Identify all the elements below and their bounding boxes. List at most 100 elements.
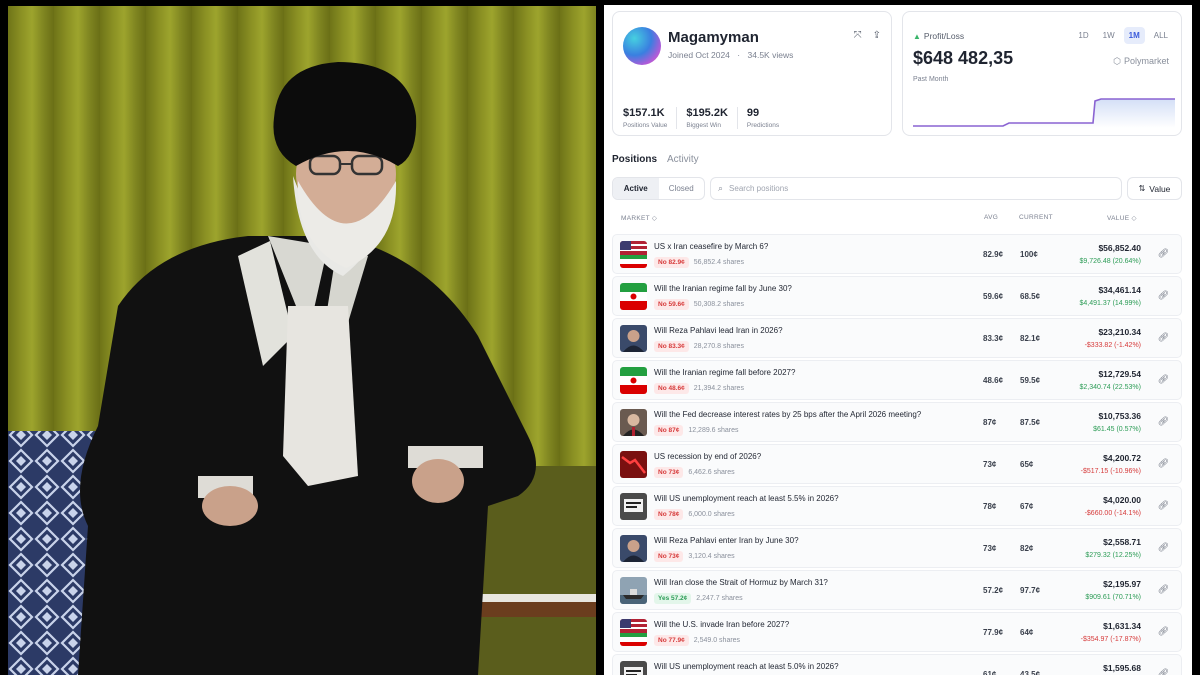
polymarket-logo-icon: ⬡ bbox=[1113, 56, 1121, 66]
outcome-badge: No 73¢ bbox=[654, 551, 684, 562]
market-title[interactable]: US x Iran ceasefire by March 6? bbox=[654, 242, 768, 251]
current-price: 65¢ bbox=[1020, 460, 1034, 469]
link-icon[interactable]: 🔗︎ bbox=[1158, 626, 1169, 637]
market-title[interactable]: Will Reza Pahlavi lead Iran in 2026? bbox=[654, 326, 783, 335]
table-row[interactable]: Will Iran close the Strait of Hormuz by … bbox=[612, 570, 1182, 610]
pnl-sparkline bbox=[913, 98, 1175, 128]
link-icon[interactable]: 🔗︎ bbox=[1158, 332, 1169, 343]
position-value: $4,200.72 bbox=[1103, 453, 1141, 463]
share-count: 12,289.6 shares bbox=[688, 427, 739, 434]
position-pnl: $909.61 (70.71%) bbox=[1085, 594, 1141, 601]
current-price: 64¢ bbox=[1020, 628, 1034, 637]
table-row[interactable]: US x Iran ceasefire by March 6? No 82.9¢ 5… bbox=[612, 234, 1182, 274]
profile-actions: ⤧ ⇪ bbox=[854, 30, 881, 41]
link-icon[interactable]: 🔗︎ bbox=[1158, 416, 1169, 427]
current-price: 97.7¢ bbox=[1020, 586, 1041, 595]
market-title[interactable]: Will Iran close the Strait of Hormuz by … bbox=[654, 578, 828, 587]
stat-biggest-win: $195.2K Biggest Win bbox=[686, 107, 738, 129]
market-title[interactable]: Will US unemployment reach at least 5.0%… bbox=[654, 662, 839, 671]
share-icon[interactable]: ⇪ bbox=[873, 30, 881, 41]
tab-positions[interactable]: Positions bbox=[612, 154, 657, 165]
market-thumbnail bbox=[620, 283, 647, 310]
link-icon[interactable]: 🔗︎ bbox=[1158, 458, 1169, 469]
position-value: $12,729.54 bbox=[1098, 369, 1141, 379]
market-title[interactable]: Will the Iranian regime fall before 2027… bbox=[654, 368, 795, 377]
pnl-value: $648 482,35 bbox=[913, 48, 1014, 68]
range-tab-1d[interactable]: 1D bbox=[1073, 27, 1093, 44]
section-tabs: Positions Activity bbox=[612, 154, 699, 165]
sort-label: Value bbox=[1149, 183, 1171, 194]
tab-activity[interactable]: Activity bbox=[667, 154, 699, 165]
link-icon[interactable]: 🔗︎ bbox=[1158, 584, 1169, 595]
outcome-badge: No 59.6¢ bbox=[654, 299, 689, 310]
link-icon[interactable]: 🔗︎ bbox=[1158, 668, 1169, 675]
search-input[interactable] bbox=[729, 184, 1110, 193]
outcome-badge: No 73¢ bbox=[654, 467, 684, 478]
market-title[interactable]: Will the Fed decrease interest rates by … bbox=[654, 410, 921, 419]
pnl-label-text: Profit/Loss bbox=[923, 31, 965, 41]
current-price: 68.5¢ bbox=[1020, 292, 1041, 301]
current-price: 82¢ bbox=[1020, 544, 1034, 553]
market-thumbnail bbox=[620, 619, 647, 646]
stat-label: Positions Value bbox=[623, 122, 668, 129]
position-info: No 87¢ 12,289.6 shares bbox=[654, 425, 739, 436]
outcome-badge: No 83.3¢ bbox=[654, 341, 689, 352]
share-count: 6,462.6 shares bbox=[688, 469, 735, 476]
table-row[interactable]: Will the U.S. invade Iran before 2027? No… bbox=[612, 612, 1182, 652]
avg-price: 61¢ bbox=[983, 670, 997, 675]
sort-button[interactable]: ⇅ Value bbox=[1127, 177, 1182, 200]
position-info: No 59.6¢ 50,308.2 shares bbox=[654, 299, 744, 310]
stat-value: $157.1K bbox=[623, 107, 665, 119]
table-row[interactable]: US recession by end of 2026? No 73¢ 6,462.… bbox=[612, 444, 1182, 484]
table-row[interactable]: Will Reza Pahlavi lead Iran in 2026? No 8… bbox=[612, 318, 1182, 358]
position-value: $10,753.36 bbox=[1098, 411, 1141, 421]
market-thumbnail bbox=[620, 451, 647, 478]
table-row[interactable]: Will the Iranian regime fall by June 30?… bbox=[612, 276, 1182, 316]
avg-price: 83.3¢ bbox=[983, 334, 1004, 343]
link-icon[interactable]: 🔗︎ bbox=[1158, 542, 1169, 553]
avg-price: 73¢ bbox=[983, 544, 997, 553]
meta-separator: · bbox=[737, 50, 741, 60]
link-icon[interactable]: 🔗︎ bbox=[1158, 500, 1169, 511]
link-icon[interactable]: 🔗︎ bbox=[1158, 290, 1169, 301]
market-title[interactable]: Will US unemployment reach at least 5.5%… bbox=[654, 494, 839, 503]
outcome-badge: Yes 57.2¢ bbox=[654, 593, 692, 604]
table-row[interactable]: Will the Iranian regime fall before 2027… bbox=[612, 360, 1182, 400]
stat-predictions: 99 Predictions bbox=[747, 107, 788, 129]
table-row[interactable]: Will US unemployment reach at least 5.0%… bbox=[612, 654, 1182, 675]
position-info: No 82.9¢ 56,852.4 shares bbox=[654, 257, 744, 268]
position-pnl: $2,340.74 (22.53%) bbox=[1079, 384, 1142, 391]
position-pnl: $4,491.37 (14.99%) bbox=[1079, 300, 1142, 307]
position-value: $2,195.97 bbox=[1103, 579, 1141, 589]
range-tab-all[interactable]: ALL bbox=[1149, 27, 1173, 44]
up-triangle-icon: ▲ bbox=[913, 32, 921, 41]
filter-closed-button[interactable]: Closed bbox=[659, 178, 705, 199]
expand-icon[interactable]: ⤧ bbox=[854, 30, 862, 41]
stat-value: 99 bbox=[746, 107, 760, 119]
range-tab-1m[interactable]: 1M bbox=[1123, 27, 1145, 44]
current-price: 87.5¢ bbox=[1020, 418, 1041, 427]
avg-price: 77.9¢ bbox=[983, 628, 1004, 637]
table-row[interactable]: Will US unemployment reach at least 5.5%… bbox=[612, 486, 1182, 526]
market-title[interactable]: Will the Iranian regime fall by June 30? bbox=[654, 284, 792, 293]
position-value: $2,558.71 bbox=[1103, 537, 1141, 547]
market-title[interactable]: US recession by end of 2026? bbox=[654, 452, 761, 461]
link-icon[interactable]: 🔗︎ bbox=[1158, 248, 1169, 259]
market-title[interactable]: Will Reza Pahlavi enter Iran by June 30? bbox=[654, 536, 799, 545]
range-tab-1w[interactable]: 1W bbox=[1098, 27, 1120, 44]
market-title[interactable]: Will the U.S. invade Iran before 2027? bbox=[654, 620, 789, 629]
current-price: 43.5¢ bbox=[1020, 670, 1041, 675]
stat-value: $195.2K bbox=[686, 107, 728, 119]
market-thumbnail bbox=[620, 409, 647, 436]
share-count: 2,549.0 shares bbox=[693, 637, 741, 644]
table-row[interactable]: Will Reza Pahlavi enter Iran by June 30?… bbox=[612, 528, 1182, 568]
search-icon: ⌕ bbox=[718, 183, 724, 193]
share-count: 6,000.0 shares bbox=[688, 511, 735, 518]
link-icon[interactable]: 🔗︎ bbox=[1158, 374, 1169, 385]
position-pnl: $9,726.48 (20.64%) bbox=[1079, 258, 1142, 265]
filter-active-button[interactable]: Active bbox=[613, 178, 659, 199]
header-value[interactable]: VALUE ◇ bbox=[1107, 214, 1137, 222]
table-row[interactable]: Will the Fed decrease interest rates by … bbox=[612, 402, 1182, 442]
avg-price: 82.9¢ bbox=[983, 250, 1004, 259]
header-market[interactable]: MARKET ◇ bbox=[621, 214, 657, 222]
